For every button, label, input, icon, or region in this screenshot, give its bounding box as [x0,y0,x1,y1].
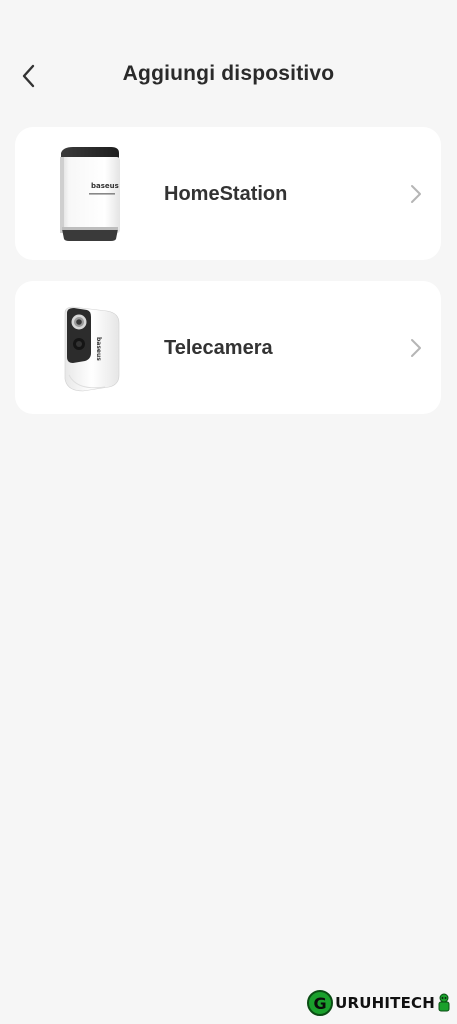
homestation-device-image: baseus [60,147,120,241]
camera-device-image: baseus [64,306,120,392]
app-header: Aggiungi dispositivo [0,0,457,110]
watermark-g-icon: G [307,990,334,1016]
device-card-telecamera[interactable]: baseus Telecamera [15,281,441,414]
watermark-text: URUHITECH [335,994,435,1012]
device-name-telecamera: Telecamera [164,337,273,359]
robot-icon [438,993,450,1012]
brand-logo: baseus [95,337,102,361]
device-name-homestation: HomeStation [164,183,288,205]
page-title: Aggiungi dispositivo [122,62,335,85]
chevron-right-icon [411,185,421,203]
watermark-logo: G URUHITECH [301,988,451,1018]
brand-logo: baseus [91,182,119,190]
device-card-homestation[interactable]: baseus HomeStation [15,127,441,260]
chevron-right-icon [411,339,421,357]
